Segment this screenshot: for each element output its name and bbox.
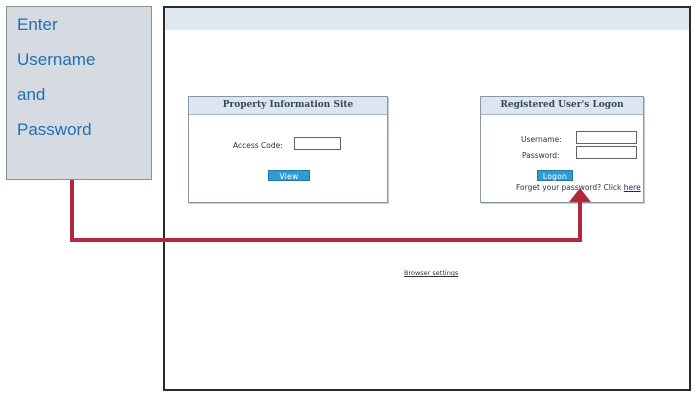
arrow-head [569, 188, 591, 202]
arrow-line [70, 180, 582, 242]
pointer-arrow [70, 180, 591, 242]
